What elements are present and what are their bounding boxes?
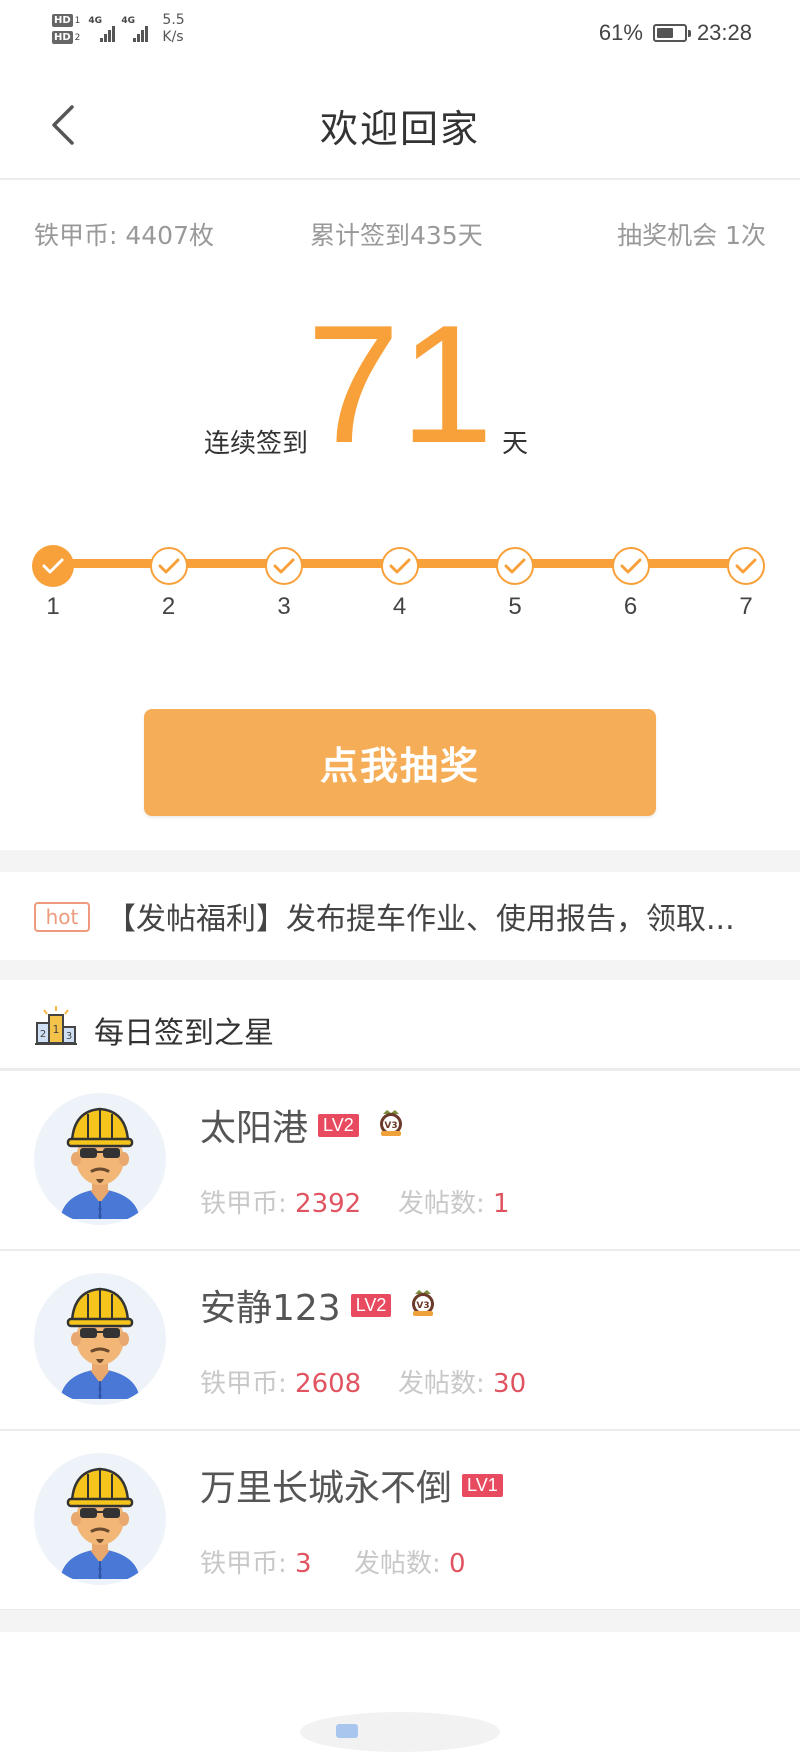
step-label: 7: [739, 593, 753, 620]
v3-medal-icon: V3: [407, 1286, 439, 1327]
total-checkin-stat: 累计签到435天: [310, 221, 483, 250]
star-user-row[interactable]: 安静123 LV2 V3 铁甲币: 2608 发帖数: 30: [0, 1251, 800, 1431]
page-title: 欢迎回家: [319, 107, 480, 151]
coins-label: 铁甲币:: [200, 1549, 296, 1579]
step-5-check: [496, 547, 534, 585]
status-left: HD 1 HD 2 4G 4G 5.5 K/s: [52, 12, 185, 46]
step-7-check: [727, 547, 765, 585]
hd1-label: HD: [52, 14, 73, 27]
username[interactable]: 太阳港 LV2 V3: [200, 1099, 407, 1151]
user-posts: 发帖数: 0: [354, 1543, 466, 1580]
divider: [0, 960, 800, 980]
avatar[interactable]: [34, 1453, 166, 1585]
svg-text:2: 2: [40, 1029, 46, 1040]
coins-stat: 铁甲币: 4407枚: [34, 221, 214, 250]
hd2-sub: 2: [74, 32, 81, 43]
net1-label: 4G: [88, 16, 103, 26]
draw-lottery-button[interactable]: 点我抽奖: [144, 709, 656, 816]
speed-unit: K/s: [162, 29, 184, 45]
step-label: 1: [46, 593, 60, 620]
svg-text:V3: V3: [417, 1301, 430, 1311]
level-badge: LV1: [462, 1473, 503, 1497]
hot-badge: hot: [34, 902, 90, 932]
podium-icon: 1 2 3: [35, 1006, 77, 1045]
notice-text[interactable]: 【发帖福利】发布提车作业、使用报告，领取...: [106, 894, 735, 938]
check-icon: [42, 558, 64, 574]
posts-label: 发帖数:: [398, 1369, 494, 1399]
network-speed: 5.5 K/s: [162, 12, 184, 46]
step-label: 4: [392, 593, 407, 620]
level-badge: LV2: [318, 1113, 359, 1137]
coins-value: 3: [295, 1549, 312, 1579]
username-text: 万里长城永不倒: [200, 1468, 453, 1509]
step-1-check: [32, 545, 74, 587]
svg-text:3: 3: [66, 1031, 72, 1042]
step-label: 6: [623, 593, 638, 620]
username[interactable]: 万里长城永不倒 LV1: [200, 1459, 503, 1511]
step-label: 3: [277, 593, 291, 620]
step-3-check: [265, 547, 303, 585]
streak-days: 71: [306, 290, 494, 478]
star-user-row[interactable]: 太阳港 LV2 V3 铁甲币: 2392 发帖数: 1: [0, 1071, 800, 1251]
check-icon: [735, 558, 757, 574]
hd2-label: HD: [52, 31, 73, 44]
username[interactable]: 安静123 LV2 V3: [200, 1279, 439, 1331]
hd1-sub: 1: [74, 15, 81, 26]
check-icon: [158, 558, 179, 574]
v3-medal-icon: V3: [375, 1106, 407, 1147]
divider: [0, 1610, 800, 1632]
avatar[interactable]: [34, 1273, 166, 1405]
user-coins: 铁甲币: 2392: [200, 1183, 361, 1220]
step-label: 5: [508, 593, 522, 620]
signal-icon: 4G 4G: [88, 16, 149, 42]
lottery-chances-stat: 抽奖机会 1次: [617, 221, 766, 250]
check-icon: [273, 558, 295, 574]
star-user-row[interactable]: 万里长城永不倒 LV1 铁甲币: 3 发帖数: 0: [0, 1431, 800, 1611]
divider: [0, 850, 800, 872]
check-icon: [389, 558, 410, 574]
speed-value: 5.5: [162, 12, 185, 28]
coins-label: 铁甲币:: [200, 1189, 296, 1219]
posts-value: 0: [449, 1549, 466, 1579]
user-posts: 发帖数: 30: [398, 1363, 526, 1400]
coins-value: 2608: [295, 1369, 362, 1399]
battery-percent: 61%: [598, 20, 643, 45]
user-posts: 发帖数: 1: [398, 1183, 510, 1220]
section-title: 每日签到之星: [94, 1016, 274, 1051]
bottom-decoration: [300, 1712, 500, 1752]
step-label: 2: [161, 593, 176, 620]
svg-text:V3: V3: [384, 1121, 397, 1131]
coins-value: 2392: [295, 1189, 362, 1219]
clock: 23:28: [696, 20, 752, 45]
svg-text:1: 1: [53, 1023, 60, 1036]
posts-value: 30: [493, 1369, 527, 1399]
step-4-check: [380, 547, 419, 585]
notice-bar[interactable]: hot 【发帖福利】发布提车作业、使用报告，领取...: [0, 872, 800, 960]
streak-label: 连续签到: [204, 429, 309, 459]
coins-label: 铁甲币:: [200, 1369, 296, 1399]
bottom-decoration-icon: [336, 1724, 358, 1738]
user-coins: 铁甲币: 2608: [200, 1363, 361, 1400]
stats-bar: 铁甲币: 4407枚 累计签到435天 抽奖机会 1次: [0, 178, 800, 288]
nav-header: 欢迎回家: [0, 70, 800, 180]
user-coins: 铁甲币: 3: [200, 1543, 312, 1580]
posts-label: 发帖数:: [354, 1549, 450, 1579]
stars-section-header: 1 2 3 每日签到之星: [0, 980, 800, 1071]
status-right: 61% 23:28: [599, 20, 752, 46]
check-icon: [620, 558, 641, 574]
battery-icon: [652, 24, 691, 42]
status-bar: HD 1 HD 2 4G 4G 5.5 K/s 61% 23:28: [0, 0, 800, 70]
username-text: 安静123: [200, 1288, 341, 1329]
streak-unit: 天: [502, 429, 529, 459]
posts-label: 发帖数:: [398, 1189, 494, 1219]
step-2-check: [149, 547, 188, 585]
posts-value: 1: [493, 1189, 510, 1219]
level-badge: LV2: [350, 1293, 392, 1317]
check-icon: [504, 558, 526, 574]
step-6-check: [611, 547, 650, 585]
net2-label: 4G: [121, 16, 136, 26]
avatar[interactable]: [34, 1093, 166, 1225]
username-text: 太阳港: [200, 1108, 309, 1149]
